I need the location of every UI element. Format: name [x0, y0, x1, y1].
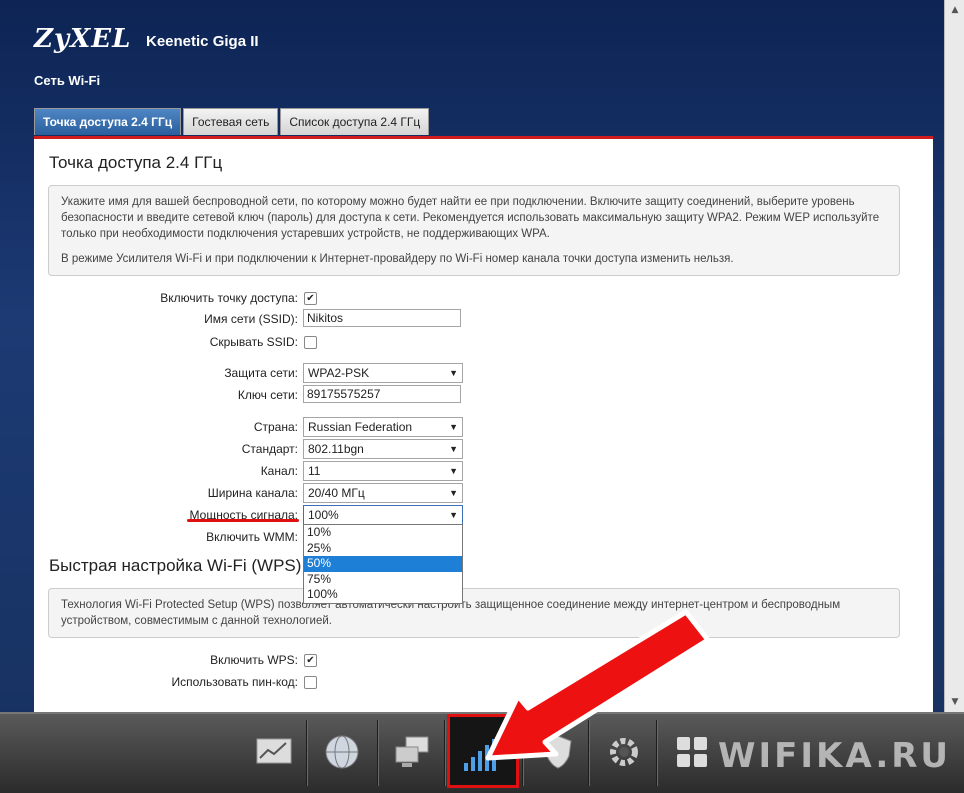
wifi-tab-button[interactable]	[447, 714, 519, 788]
width-value: 20/40 МГц	[308, 486, 365, 500]
taskbar-separator	[377, 720, 379, 786]
scroll-up-icon[interactable]: ▲	[945, 2, 964, 18]
wmm-label: Включить WMM:	[206, 530, 298, 544]
country-select[interactable]: Russian Federation ▼	[303, 417, 463, 437]
row-wps-pin: Использовать пин-код:	[34, 672, 933, 692]
network-computers-icon[interactable]	[384, 724, 440, 780]
taskbar-separator	[656, 720, 658, 786]
country-value: Russian Federation	[308, 420, 413, 434]
shield-icon[interactable]	[530, 724, 586, 780]
row-wmm: Включить WMM:	[34, 527, 933, 547]
hide-ssid-label: Скрывать SSID:	[209, 335, 298, 349]
wps-info-text: Технология Wi-Fi Protected Setup (WPS) п…	[61, 599, 841, 627]
row-channel: Канал: 11 ▼	[34, 461, 933, 481]
dropdown-arrow-icon: ▼	[449, 422, 458, 432]
channel-value: 11	[308, 464, 321, 478]
row-wps-enable: Включить WPS: ✔	[34, 650, 933, 670]
security-value: WPA2-PSK	[308, 366, 370, 380]
wps-pin-label: Использовать пин-код:	[171, 675, 298, 689]
scroll-down-icon[interactable]: ▼	[945, 694, 964, 710]
key-label: Ключ сети:	[237, 388, 298, 402]
row-security: Защита сети: WPA2-PSK ▼	[34, 363, 933, 383]
page-scrollbar[interactable]: ▲ ▼	[944, 0, 964, 712]
channel-select[interactable]: 11 ▼	[303, 461, 463, 481]
tab-guest-network[interactable]: Гостевая сеть	[183, 108, 279, 135]
power-value: 100%	[308, 508, 339, 522]
model-name: Keenetic Giga II	[146, 33, 259, 50]
dropdown-arrow-icon: ▼	[449, 444, 458, 454]
country-label: Страна:	[253, 420, 298, 434]
dropdown-arrow-icon: ▼	[449, 466, 458, 476]
key-input[interactable]	[303, 385, 461, 403]
dropdown-arrow-icon: ▼	[449, 510, 458, 520]
width-select[interactable]: 20/40 МГц ▼	[303, 483, 463, 503]
settings-panel: Точка доступа 2.4 ГГц Укажите имя для ва…	[34, 139, 933, 712]
wifi-signal-icon	[464, 739, 496, 771]
security-label: Защита сети:	[224, 366, 298, 380]
dropdown-arrow-icon: ▼	[449, 488, 458, 498]
info-text-2: В режиме Усилителя Wi-Fi и при подключен…	[61, 253, 734, 265]
row-key: Ключ сети:	[34, 385, 933, 405]
info-box: Укажите имя для вашей беспроводной сети,…	[48, 185, 900, 276]
wps-pin-checkbox[interactable]	[304, 676, 317, 689]
panel-title: Точка доступа 2.4 ГГц	[49, 153, 223, 172]
row-enable-ap: Включить точку доступа: ✔	[34, 288, 933, 308]
taskbar-separator	[306, 720, 308, 786]
row-power: Мощность сигнала: 100% ▼	[34, 505, 933, 525]
power-annotation-underline	[187, 519, 299, 522]
apps-grid-icon[interactable]	[664, 724, 720, 780]
tab-bar: Точка доступа 2.4 ГГц Гостевая сеть Спис…	[34, 108, 431, 136]
row-country: Страна: Russian Federation ▼	[34, 417, 933, 437]
wps-enable-label: Включить WPS:	[210, 653, 298, 667]
channel-label: Канал:	[260, 464, 298, 478]
enable-ap-label: Включить точку доступа:	[160, 291, 298, 305]
power-option-75[interactable]: 75%	[304, 572, 462, 588]
standard-value: 802.11bgn	[308, 442, 364, 456]
row-standard: Стандарт: 802.11bgn ▼	[34, 439, 933, 459]
standard-select[interactable]: 802.11bgn ▼	[303, 439, 463, 459]
ssid-label: Имя сети (SSID):	[204, 312, 298, 326]
enable-ap-checkbox[interactable]: ✔	[304, 292, 317, 305]
width-label: Ширина канала:	[207, 486, 298, 500]
monitor-chart-icon[interactable]	[246, 724, 302, 780]
power-select[interactable]: 100% ▼	[303, 505, 463, 525]
taskbar-separator	[522, 720, 524, 786]
watermark-text: WIFIKA.RU	[718, 736, 952, 776]
dropdown-arrow-icon: ▼	[449, 368, 458, 378]
power-option-100[interactable]: 100%	[304, 587, 462, 603]
hide-ssid-checkbox[interactable]	[304, 336, 317, 349]
taskbar-separator	[588, 720, 590, 786]
info-text-1: Укажите имя для вашей беспроводной сети,…	[61, 196, 880, 240]
wps-info-box: Технология Wi-Fi Protected Setup (WPS) п…	[48, 588, 900, 638]
ssid-input[interactable]	[303, 309, 461, 327]
tab-access-list[interactable]: Список доступа 2.4 ГГц	[280, 108, 430, 135]
wps-title: Быстрая настройка Wi-Fi (WPS)	[49, 556, 302, 575]
tab-access-point[interactable]: Точка доступа 2.4 ГГц	[34, 108, 182, 135]
power-option-50[interactable]: 50%	[304, 556, 462, 572]
power-option-10[interactable]: 10%	[304, 525, 462, 541]
header: ZyXEL Keenetic Giga II Сеть Wi-Fi Точка …	[0, 0, 944, 150]
section-title: Сеть Wi-Fi	[34, 73, 101, 88]
gear-icon[interactable]	[596, 724, 652, 780]
wps-enable-checkbox[interactable]: ✔	[304, 654, 317, 667]
taskbar-separator	[444, 720, 446, 786]
standard-label: Стандарт:	[241, 442, 298, 456]
row-hide-ssid: Скрывать SSID:	[34, 332, 933, 352]
row-width: Ширина канала: 20/40 МГц ▼	[34, 483, 933, 503]
power-dropdown-list[interactable]: 10% 25% 50% 75% 100%	[303, 524, 463, 604]
zyxel-logo: ZyXEL	[34, 24, 132, 54]
security-select[interactable]: WPA2-PSK ▼	[303, 363, 463, 383]
row-ssid: Имя сети (SSID):	[34, 309, 933, 329]
globe-icon[interactable]	[314, 724, 370, 780]
power-option-25[interactable]: 25%	[304, 541, 462, 557]
